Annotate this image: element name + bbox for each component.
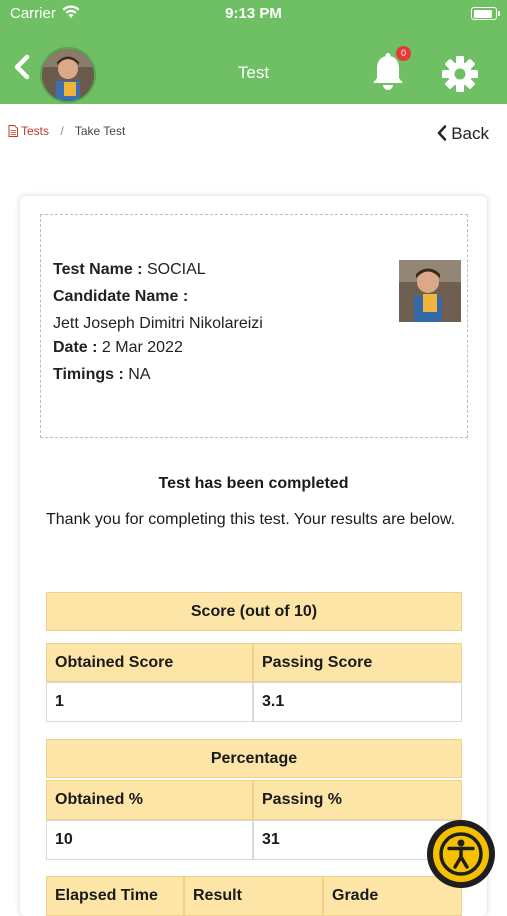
app-header: Test 0 (0, 28, 507, 104)
candidate-name-label: Candidate Name : (53, 288, 189, 305)
elapsed-time-header: Elapsed Time (46, 876, 184, 916)
status-bar: Carrier 9:13 PM (0, 0, 507, 28)
breadcrumb-tests-link[interactable]: Tests (8, 124, 52, 138)
clock: 9:13 PM (225, 5, 282, 22)
obtained-score-value: 1 (46, 682, 253, 722)
passing-score-value: 3.1 (253, 682, 462, 722)
accessibility-icon (439, 832, 483, 876)
test-result-card: Test Name : SOCIAL Candidate Name : Jett… (20, 196, 487, 916)
back-button-label: Back (451, 124, 489, 143)
document-icon (8, 125, 18, 137)
battery-icon (471, 7, 500, 20)
date-label: Date : (53, 339, 98, 356)
chevron-left-icon (437, 125, 447, 141)
completion-title: Test has been completed (158, 475, 349, 492)
notification-badge: 0 (396, 46, 411, 61)
candidate-info-box: Test Name : SOCIAL Candidate Name : Jett… (40, 214, 468, 438)
date-value: 2 Mar 2022 (101, 339, 183, 356)
breadcrumb: Tests / Take Test (8, 124, 125, 138)
timings-row: Timings : NA (53, 366, 151, 384)
date-row: Date : 2 Mar 2022 (53, 339, 183, 357)
obtained-score-header: Obtained Score (46, 643, 253, 682)
breadcrumb-tests-label: Tests (21, 124, 50, 138)
candidate-name-row: Candidate Name : (53, 288, 188, 306)
candidate-photo (399, 260, 461, 322)
page-title: Test (237, 63, 270, 82)
test-name-value: SOCIAL (146, 261, 206, 278)
accessibility-button[interactable] (427, 820, 495, 888)
test-name-row: Test Name : SOCIAL (53, 261, 206, 279)
candidate-name-value: Jett Joseph Dimitri Nikolareizi (53, 315, 263, 332)
result-header: Result (184, 876, 323, 916)
breadcrumb-current: Take Test (74, 124, 126, 138)
settings-gear-icon[interactable] (440, 54, 480, 94)
timings-label: Timings : (53, 366, 124, 383)
score-table-title: Score (out of 10) (46, 592, 462, 631)
timings-value: NA (128, 366, 151, 383)
passing-percent-header: Passing % (253, 780, 462, 820)
percentage-table-title: Percentage (46, 739, 462, 778)
completion-message: Thank you for completing this test. Your… (46, 511, 456, 528)
passing-score-header: Passing Score (253, 643, 462, 682)
test-name-label: Test Name : (53, 261, 143, 278)
back-button[interactable]: Back (437, 124, 489, 144)
breadcrumb-separator: / (60, 124, 64, 138)
obtained-percent-header: Obtained % (46, 780, 253, 820)
obtained-percent-value: 10 (46, 820, 253, 860)
